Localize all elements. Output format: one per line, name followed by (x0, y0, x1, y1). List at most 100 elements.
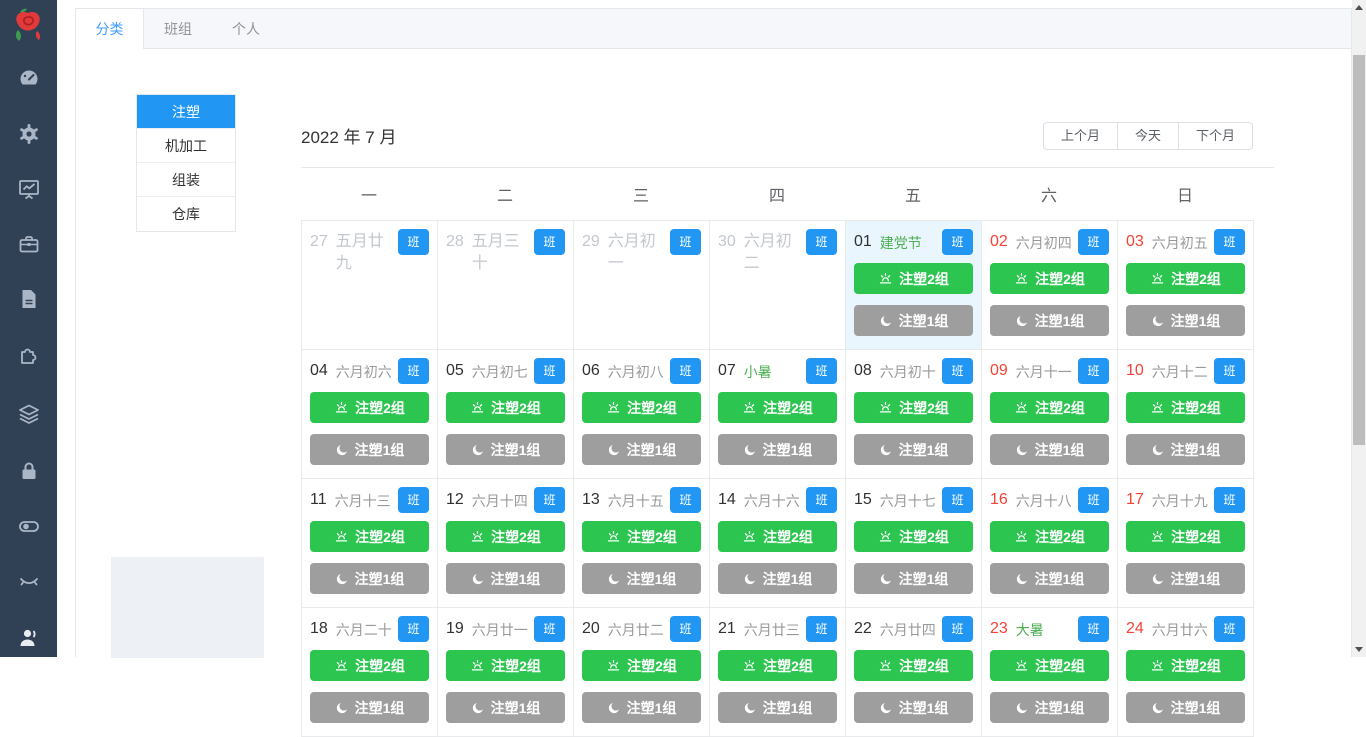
user-icon[interactable] (17, 626, 41, 650)
calendar-day-cell[interactable]: 21 六月廿三班注塑2组 注塑1组 (710, 608, 846, 737)
shift-badge[interactable]: 班 (534, 229, 565, 255)
calendar-day-cell[interactable]: 22 六月廿四班注塑2组 注塑1组 (846, 608, 982, 737)
today-button[interactable]: 今天 (1117, 122, 1179, 150)
day-shift-button[interactable]: 注塑2组 (1126, 521, 1245, 552)
night-shift-button[interactable]: 注塑1组 (310, 563, 429, 594)
calendar-day-cell[interactable]: 05 六月初七班注塑2组 注塑1组 (438, 350, 574, 479)
category-item-injection[interactable]: 注塑 (137, 95, 235, 129)
night-shift-button[interactable]: 注塑1组 (990, 563, 1109, 594)
night-shift-button[interactable]: 注塑1组 (446, 563, 565, 594)
day-shift-button[interactable]: 注塑2组 (446, 392, 565, 423)
calendar-day-cell[interactable]: 20 六月廿二班注塑2组 注塑1组 (574, 608, 710, 737)
calendar-day-cell[interactable]: 01 建党节 班注塑2组 注塑1组 (846, 221, 982, 350)
day-shift-button[interactable]: 注塑2组 (310, 521, 429, 552)
calendar-day-cell[interactable]: 06 六月初八班注塑2组 注塑1组 (574, 350, 710, 479)
night-shift-button[interactable]: 注塑1组 (1126, 692, 1245, 723)
calendar-day-cell[interactable]: 17 六月十九班注塑2组 注塑1组 (1118, 479, 1254, 608)
calendar-day-cell[interactable]: 07 小暑 班注塑2组 注塑1组 (710, 350, 846, 479)
night-shift-button[interactable]: 注塑1组 (718, 434, 837, 465)
shift-badge[interactable]: 班 (1078, 229, 1109, 255)
prev-month-button[interactable]: 上个月 (1042, 122, 1118, 150)
calendar-day-cell[interactable]: 27 五月廿九班 (302, 221, 438, 350)
category-item-machining[interactable]: 机加工 (137, 129, 235, 163)
document-icon[interactable] (17, 287, 41, 311)
calendar-day-cell[interactable]: 12 六月十四班注塑2组 注塑1组 (438, 479, 574, 608)
shift-badge[interactable]: 班 (534, 487, 565, 513)
calendar-day-cell[interactable]: 09 六月十一班注塑2组 注塑1组 (982, 350, 1118, 479)
night-shift-button[interactable]: 注塑1组 (1126, 563, 1245, 594)
shift-badge[interactable]: 班 (806, 616, 837, 642)
calendar-day-cell[interactable]: 13 六月十五班注塑2组 注塑1组 (574, 479, 710, 608)
day-shift-button[interactable]: 注塑2组 (990, 263, 1109, 294)
night-shift-button[interactable]: 注塑1组 (854, 434, 973, 465)
shift-badge[interactable]: 班 (398, 229, 429, 255)
tab-team[interactable]: 班组 (144, 9, 212, 48)
shift-badge[interactable]: 班 (942, 358, 973, 384)
calendar-day-cell[interactable]: 04 六月初六班注塑2组 注塑1组 (302, 350, 438, 479)
day-shift-button[interactable]: 注塑2组 (1126, 650, 1245, 681)
shift-badge[interactable]: 班 (806, 487, 837, 513)
day-shift-button[interactable]: 注塑2组 (990, 650, 1109, 681)
shift-badge[interactable]: 班 (670, 358, 701, 384)
category-item-warehouse[interactable]: 仓库 (137, 197, 235, 231)
tab-personal[interactable]: 个人 (212, 9, 280, 48)
shift-badge[interactable]: 班 (534, 358, 565, 384)
shift-badge[interactable]: 班 (1078, 616, 1109, 642)
calendar-day-cell[interactable]: 08 六月初十班注塑2组 注塑1组 (846, 350, 982, 479)
night-shift-button[interactable]: 注塑1组 (310, 434, 429, 465)
night-shift-button[interactable]: 注塑1组 (854, 305, 973, 336)
monitor-chart-icon[interactable] (17, 177, 41, 201)
day-shift-button[interactable]: 注塑2组 (1126, 392, 1245, 423)
day-shift-button[interactable]: 注塑2组 (854, 263, 973, 294)
calendar-day-cell[interactable]: 23 大暑 班注塑2组 注塑1组 (982, 608, 1118, 737)
day-shift-button[interactable]: 注塑2组 (446, 650, 565, 681)
shift-badge[interactable]: 班 (1078, 487, 1109, 513)
night-shift-button[interactable]: 注塑1组 (718, 563, 837, 594)
calendar-day-cell[interactable]: 19 六月廿一班注塑2组 注塑1组 (438, 608, 574, 737)
next-month-button[interactable]: 下个月 (1178, 122, 1253, 150)
day-shift-button[interactable]: 注塑2组 (310, 392, 429, 423)
shift-badge[interactable]: 班 (1214, 487, 1245, 513)
shift-badge[interactable]: 班 (942, 616, 973, 642)
calendar-day-cell[interactable]: 29 六月初一班 (574, 221, 710, 350)
shift-badge[interactable]: 班 (942, 229, 973, 255)
shift-badge[interactable]: 班 (1214, 358, 1245, 384)
category-item-assembly[interactable]: 组装 (137, 163, 235, 197)
shift-badge[interactable]: 班 (398, 487, 429, 513)
calendar-day-cell[interactable]: 30 六月初二班 (710, 221, 846, 350)
calendar-day-cell[interactable]: 10 六月十二班注塑2组 注塑1组 (1118, 350, 1254, 479)
scrollbar-thumb[interactable] (1353, 55, 1365, 445)
night-shift-button[interactable]: 注塑1组 (446, 692, 565, 723)
calendar-day-cell[interactable]: 11 六月十三班注塑2组 注塑1组 (302, 479, 438, 608)
toggle-icon[interactable] (17, 514, 41, 538)
day-shift-button[interactable]: 注塑2组 (854, 650, 973, 681)
night-shift-button[interactable]: 注塑1组 (854, 692, 973, 723)
night-shift-button[interactable]: 注塑1组 (990, 305, 1109, 336)
calendar-day-cell[interactable]: 18 六月二十班注塑2组 注塑1组 (302, 608, 438, 737)
scrollbar-down-arrow-icon[interactable] (1355, 647, 1363, 652)
shift-badge[interactable]: 班 (534, 616, 565, 642)
day-shift-button[interactable]: 注塑2组 (582, 650, 701, 681)
calendar-day-cell[interactable]: 03 六月初五班注塑2组 注塑1组 (1118, 221, 1254, 350)
day-shift-button[interactable]: 注塑2组 (582, 392, 701, 423)
night-shift-button[interactable]: 注塑1组 (990, 434, 1109, 465)
calendar-day-cell[interactable]: 24 六月廿六班注塑2组 注塑1组 (1118, 608, 1254, 737)
night-shift-button[interactable]: 注塑1组 (718, 692, 837, 723)
calendar-day-cell[interactable]: 15 六月十七班注塑2组 注塑1组 (846, 479, 982, 608)
shift-badge[interactable]: 班 (398, 616, 429, 642)
night-shift-button[interactable]: 注塑1组 (1126, 305, 1245, 336)
eye-closed-icon[interactable] (17, 569, 41, 593)
day-shift-button[interactable]: 注塑2组 (718, 392, 837, 423)
night-shift-button[interactable]: 注塑1组 (582, 692, 701, 723)
shift-badge[interactable]: 班 (670, 616, 701, 642)
night-shift-button[interactable]: 注塑1组 (990, 692, 1109, 723)
shift-badge[interactable]: 班 (806, 229, 837, 255)
night-shift-button[interactable]: 注塑1组 (854, 563, 973, 594)
calendar-day-cell[interactable]: 14 六月十六班注塑2组 注塑1组 (710, 479, 846, 608)
night-shift-button[interactable]: 注塑1组 (1126, 434, 1245, 465)
day-shift-button[interactable]: 注塑2组 (854, 392, 973, 423)
scrollbar[interactable] (1352, 0, 1366, 657)
shift-badge[interactable]: 班 (1214, 616, 1245, 642)
shift-badge[interactable]: 班 (398, 358, 429, 384)
day-shift-button[interactable]: 注塑2组 (446, 521, 565, 552)
